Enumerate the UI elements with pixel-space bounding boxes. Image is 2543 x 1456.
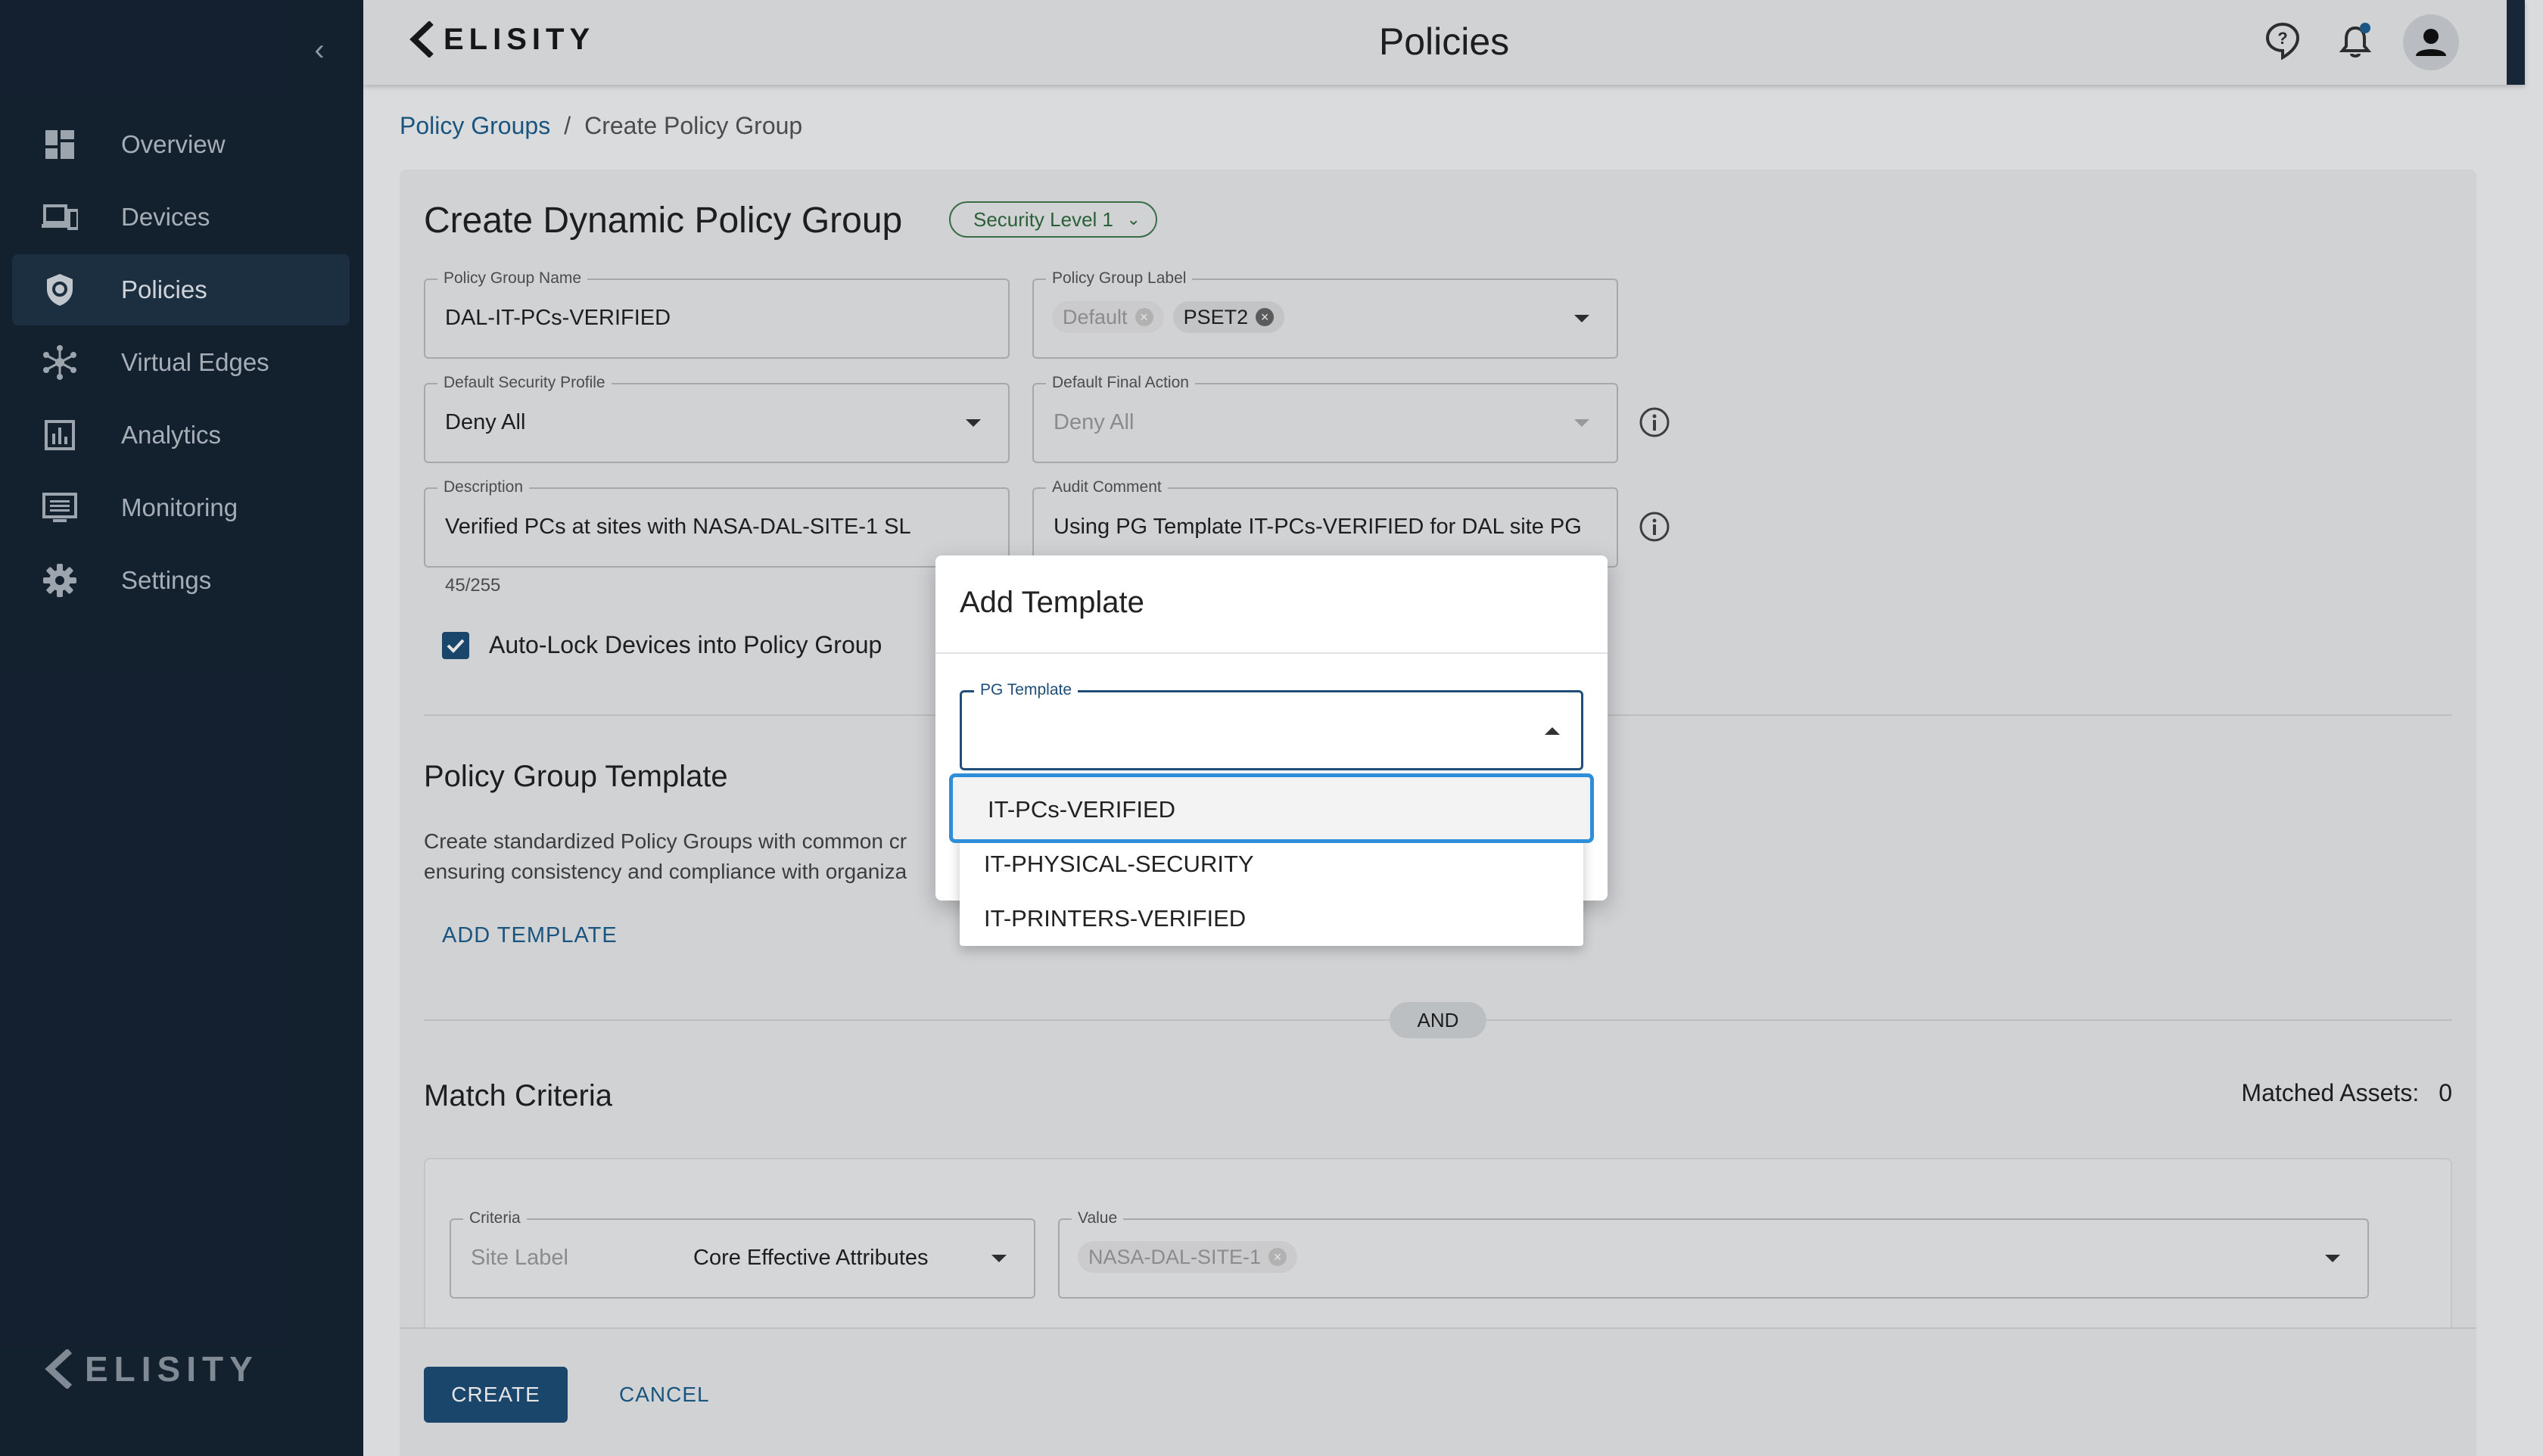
dropdown-arrow-up-icon [1545,727,1560,735]
field-label: PG Template [974,681,1079,699]
pg-template-select[interactable]: PG Template [960,681,1583,770]
option-it-printers-verified[interactable]: IT-PRINTERS-VERIFIED [960,891,1583,946]
pg-template-options-list: IT-PCs-VERIFIED IT-PHYSICAL-SECURITY IT-… [949,773,1594,946]
option-it-pcs-verified[interactable]: IT-PCs-VERIFIED [949,773,1594,843]
modal-title: Add Template [960,586,1144,619]
modal-divider [935,652,1608,654]
option-it-physical-security[interactable]: IT-PHYSICAL-SECURITY [960,837,1583,891]
